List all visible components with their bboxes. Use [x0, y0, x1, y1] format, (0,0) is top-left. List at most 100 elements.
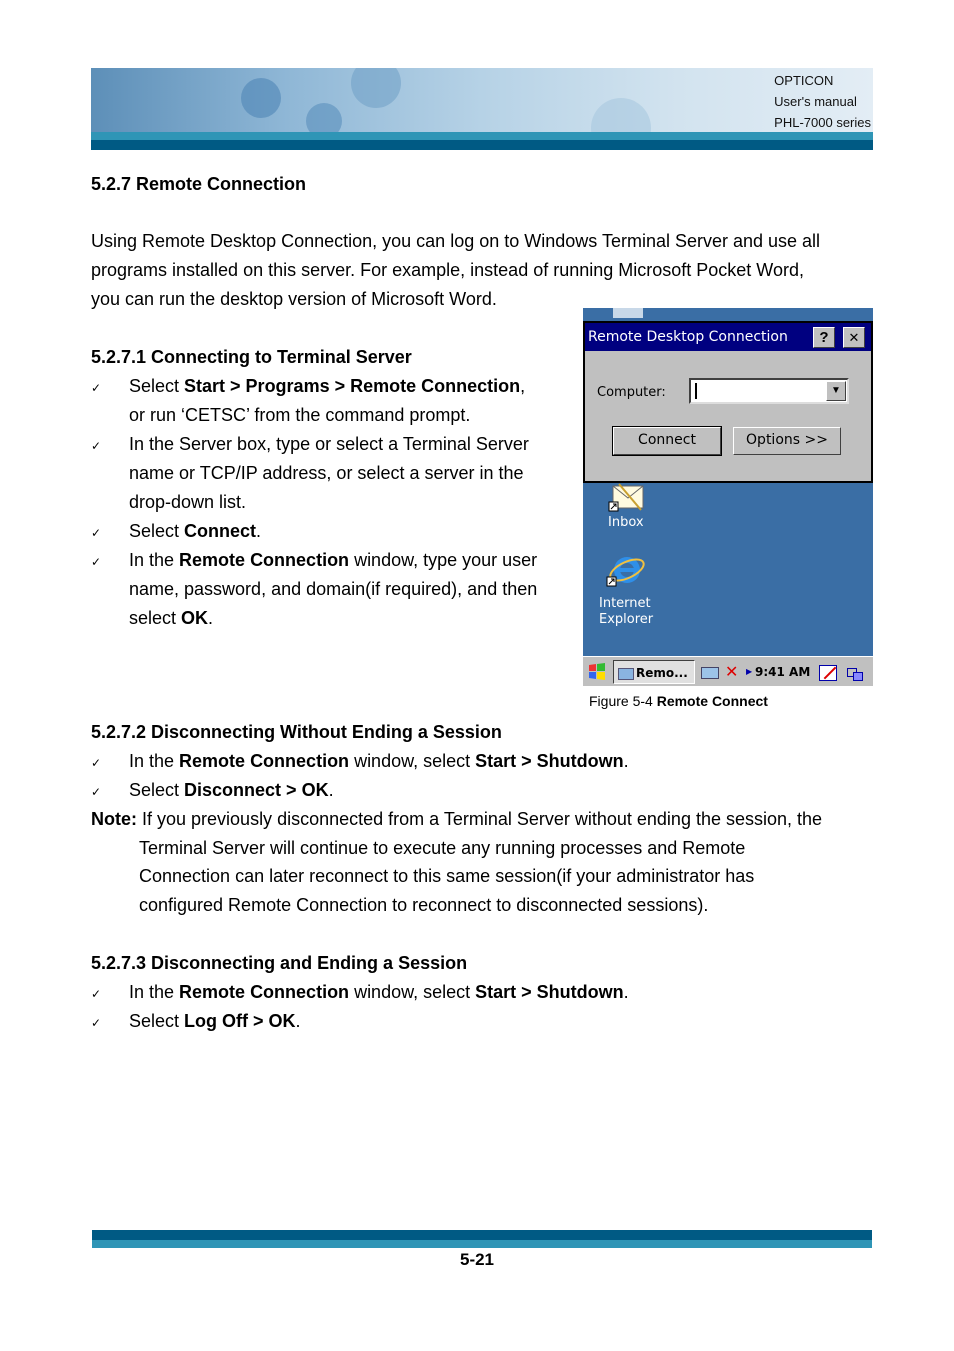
checkmark-icon: ✓: [91, 987, 102, 1001]
remote-desktop-dialog: Remote Desktop Connection ? ✕ Computer: …: [583, 321, 873, 483]
intro-line-3: you can run the desktop version of Micro…: [91, 289, 497, 309]
step-3: Select Connect.: [129, 517, 261, 546]
internet-explorer-icon[interactable]: [605, 551, 645, 587]
step-1: In the Remote Connection window, select …: [129, 978, 629, 1007]
menu-path: Disconnect > OK: [184, 780, 329, 800]
window-name: Remote Connection: [179, 550, 350, 570]
desktop-switch-icon[interactable]: [847, 660, 869, 684]
header-company: OPTICON: [774, 73, 834, 88]
clock[interactable]: 9:41 AM: [755, 660, 810, 684]
step-text: .: [328, 780, 334, 800]
network-icon[interactable]: [701, 660, 723, 684]
inbox-icon[interactable]: [607, 482, 647, 516]
footer-band-light: [92, 1240, 872, 1248]
inbox-label[interactable]: Inbox: [608, 515, 644, 531]
step-text: In the: [129, 550, 180, 570]
step-4: In the Remote Connection window, type yo…: [129, 546, 537, 575]
note-line-2: Terminal Server will continue to execute…: [139, 838, 746, 858]
note-line-1: Note: If you previously disconnected fro…: [91, 805, 822, 834]
task-label: Remo...: [636, 666, 688, 680]
text-caret: [695, 383, 697, 399]
caption-text: Figure 5-4: [589, 693, 657, 709]
step-2: Select Log Off > OK.: [129, 1007, 301, 1036]
step-1-line-2: or run ‘CETSC’ from the command prompt.: [129, 405, 471, 425]
input-panel-icon[interactable]: [819, 660, 841, 684]
menu-path: Start > Shutdown: [475, 751, 624, 771]
step-text: In the: [129, 751, 180, 771]
tray-arrow-icon[interactable]: ▶: [746, 660, 752, 684]
step-text: Select: [129, 780, 185, 800]
step-text: Select: [129, 376, 185, 396]
disconnected-icon[interactable]: ✕: [725, 660, 747, 684]
button-name: Connect: [184, 521, 257, 541]
step-text: ,: [520, 376, 526, 396]
step-text: Select: [129, 521, 185, 541]
step-text: .: [623, 982, 629, 1002]
remote-connect-screenshot: Remote Desktop Connection ? ✕ Computer: …: [583, 308, 873, 686]
menu-path: Start > Programs > Remote Connection: [184, 376, 521, 396]
step-text: .: [208, 608, 214, 628]
figure-caption: Figure 5-4 Remote Connect: [589, 693, 768, 709]
header-band-light: [91, 132, 873, 140]
computer-label: Computer:: [597, 385, 666, 400]
checkmark-icon: ✓: [91, 526, 102, 540]
ie-label-line-1: Internet: [599, 596, 651, 611]
intro-line-1: Using Remote Desktop Connection, you can…: [91, 231, 821, 251]
page-header-banner: OPTICON User's manual PHL-7000 series: [91, 68, 873, 150]
header-series: PHL-7000 series: [774, 115, 871, 130]
checkmark-icon: ✓: [91, 439, 102, 453]
taskbar-remote-task[interactable]: Remo...: [613, 660, 695, 684]
step-text: Select: [129, 1011, 185, 1031]
footer-band-dark: [92, 1230, 872, 1240]
step-text: In the: [129, 982, 180, 1002]
step-text: .: [295, 1011, 301, 1031]
window-name: Remote Connection: [179, 751, 350, 771]
step-text: .: [256, 521, 262, 541]
note-label: Note:: [91, 809, 137, 829]
step-1: Select Start > Programs > Remote Connect…: [129, 372, 525, 401]
step-2: In the Server box, type or select a Term…: [129, 434, 529, 454]
header-manual: User's manual: [774, 94, 857, 109]
note-text: If you previously disconnected from a Te…: [137, 809, 823, 829]
step-text: .: [623, 751, 629, 771]
menu-path: Log Off > OK: [184, 1011, 296, 1031]
subsection-3-title: 5.2.7.3 Disconnecting and Ending a Sessi…: [91, 953, 468, 973]
desktop-icon-partial: [613, 308, 643, 318]
header-band-dark: [91, 140, 873, 150]
step-2: Select Disconnect > OK.: [129, 776, 334, 805]
header-decorative-image: [91, 68, 873, 150]
button-name: OK: [181, 608, 209, 628]
page-number: 5-21: [459, 1250, 495, 1269]
step-4-line-2: name, password, and domain(if required),…: [129, 579, 538, 599]
step-2-line-2: name or TCP/IP address, or select a serv…: [129, 463, 524, 483]
computer-icon: [618, 667, 634, 680]
caption-title: Remote Connect: [656, 693, 768, 709]
start-button[interactable]: [587, 660, 609, 684]
help-button[interactable]: ?: [813, 327, 835, 348]
checkmark-icon: ✓: [91, 785, 102, 799]
checkmark-icon: ✓: [91, 756, 102, 770]
subsection-1-title: 5.2.7.1 Connecting to Terminal Server: [91, 347, 412, 367]
dialog-title: Remote Desktop Connection: [588, 329, 788, 345]
step-4-line-3: select OK.: [129, 604, 213, 633]
step-text: window, type your user: [349, 550, 538, 570]
checkmark-icon: ✓: [91, 1016, 102, 1030]
step-2-line-3: drop-down list.: [129, 492, 247, 512]
ie-label-line-2: Explorer: [599, 612, 654, 627]
dropdown-arrow-icon[interactable]: ▼: [826, 381, 846, 401]
connect-button[interactable]: Connect: [612, 426, 722, 456]
internet-explorer-label[interactable]: Internet Explorer: [599, 596, 653, 628]
step-text: window, select: [349, 751, 476, 771]
computer-combobox[interactable]: ▼: [689, 378, 849, 404]
menu-path: Start > Shutdown: [475, 982, 624, 1002]
checkmark-icon: ✓: [91, 381, 102, 395]
checkmark-icon: ✓: [91, 555, 102, 569]
subsection-2-title: 5.2.7.2 Disconnecting Without Ending a S…: [91, 722, 502, 742]
section-title: 5.2.7 Remote Connection: [91, 174, 307, 194]
step-text: select: [129, 608, 182, 628]
header-text: OPTICON User's manual PHL-7000 series: [774, 70, 871, 133]
options-button[interactable]: Options >>: [733, 427, 841, 455]
window-name: Remote Connection: [179, 982, 350, 1002]
step-1: In the Remote Connection window, select …: [129, 747, 629, 776]
close-button[interactable]: ✕: [843, 327, 865, 348]
